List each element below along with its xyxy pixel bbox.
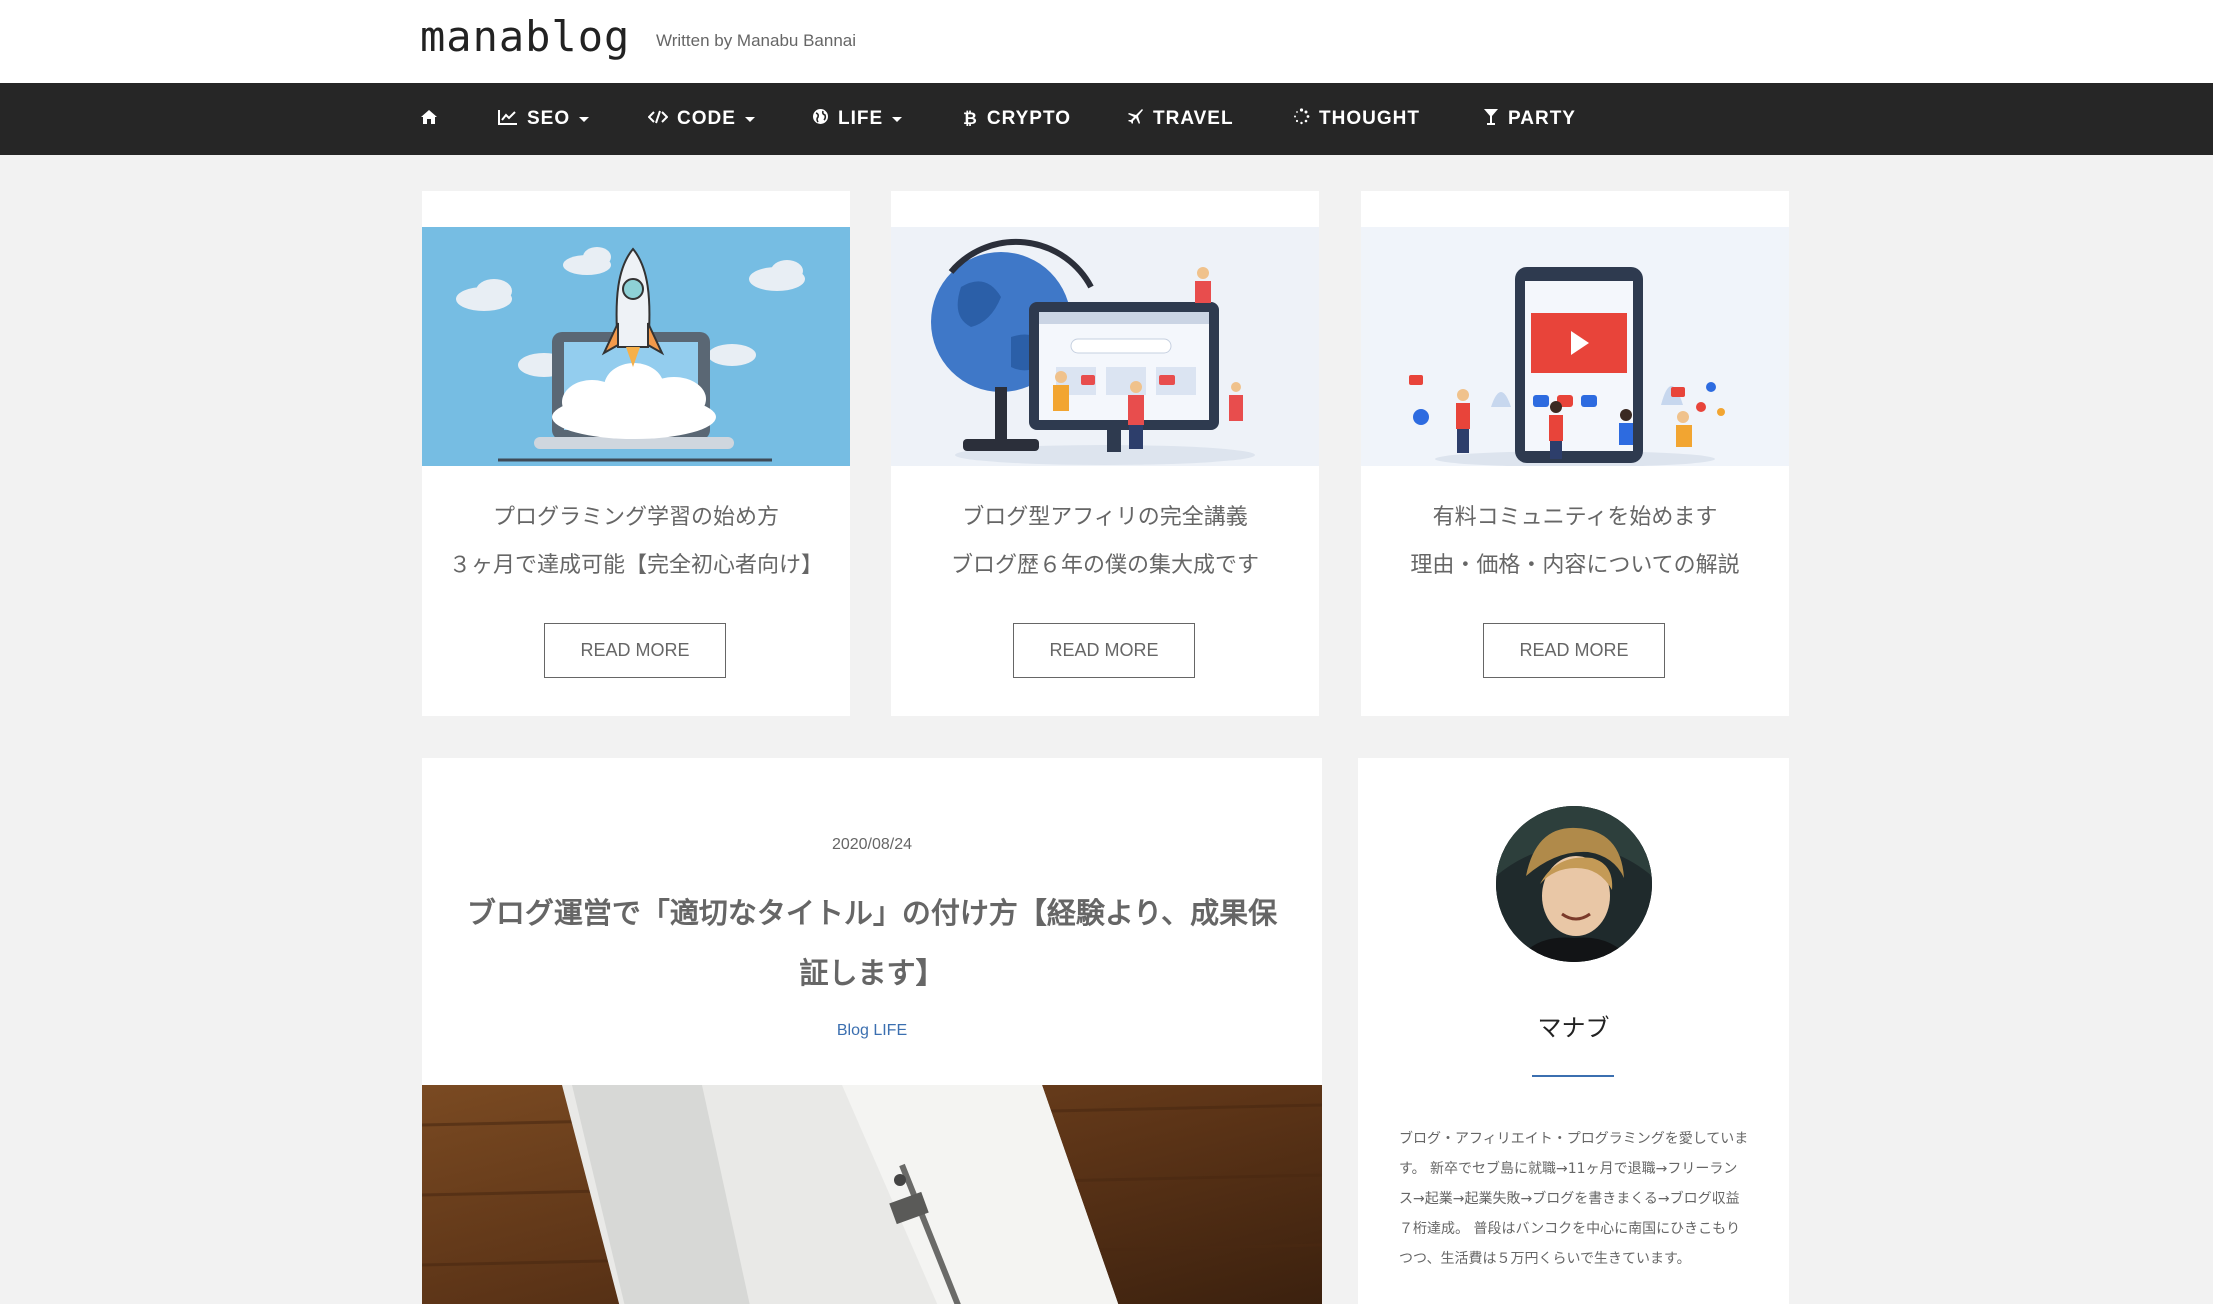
nav-party[interactable]: PARTY (1483, 83, 1576, 155)
nav-home[interactable] (420, 83, 447, 155)
nav-code-label: CODE (677, 108, 736, 129)
nav-crypto-label: CRYPTO (986, 108, 1071, 129)
site-logo[interactable]: manablog (420, 12, 630, 61)
bitcoin-icon: ₿ (963, 109, 978, 128)
read-more-button[interactable]: READ MORE (1483, 623, 1665, 678)
main-nav: SEO CODE LIFE ₿ CRYPTO TRAVEL THOUGHT PA… (0, 83, 2213, 155)
nav-life-label: LIFE (838, 108, 884, 129)
site-header: manablog Written by Manabu Bannai (0, 0, 2213, 83)
avatar[interactable] (1496, 806, 1652, 962)
nav-party-label: PARTY (1508, 108, 1576, 129)
chevron-down-icon (579, 116, 590, 122)
plane-icon (1127, 108, 1144, 130)
globe-monitor-illustration[interactable] (891, 227, 1319, 466)
profile-widget: マナブ ブログ・アフィリエイト・プログラミングを愛しています。 新卒でセブ島に就… (1358, 758, 1789, 1304)
site-tagline: Written by Manabu Bannai (656, 31, 857, 50)
home-icon (420, 109, 438, 130)
featured-card: ブログ型アフィリの完全講義 ブログ歴６年の僕の集大成です READ MORE (891, 191, 1319, 716)
article-category-link[interactable]: Blog LIFE (422, 1022, 1322, 1040)
card-title-line1[interactable]: ブログ型アフィリの完全講義 (891, 499, 1319, 531)
card-title-line2[interactable]: ３ヶ月で達成可能【完全初心者向け】 (422, 547, 850, 579)
card-title-line1[interactable]: プログラミング学習の始め方 (422, 499, 850, 531)
featured-card: プログラミング学習の始め方 ３ヶ月で達成可能【完全初心者向け】 READ MOR… (422, 191, 850, 716)
article-date: 2020/08/24 (831, 836, 913, 853)
chevron-down-icon (892, 116, 903, 122)
nav-life[interactable]: LIFE (812, 83, 903, 155)
rocket-laptop-illustration[interactable] (422, 227, 850, 466)
profile-name: マナブ (1537, 1014, 1610, 1042)
chevron-down-icon (744, 116, 755, 122)
profile-bio: ブログ・アフィリエイト・プログラミングを愛しています。 新卒でセブ島に就職→11… (1399, 1131, 1749, 1267)
nav-seo[interactable]: SEO (498, 83, 590, 155)
article-thumbnail[interactable] (422, 1085, 1322, 1304)
nav-thought[interactable]: THOUGHT (1293, 83, 1420, 155)
code-icon (647, 109, 669, 129)
article-title[interactable]: ブログ運営で「適切なタイトル」の付け方【経験より、成果保証します】 (462, 883, 1282, 1003)
read-more-button[interactable]: READ MORE (1013, 623, 1195, 678)
latest-article: 2020/08/24 ブログ運営で「適切なタイトル」の付け方【経験より、成果保証… (422, 758, 1322, 1304)
nav-thought-label: THOUGHT (1319, 108, 1420, 129)
nav-travel[interactable]: TRAVEL (1127, 83, 1234, 155)
featured-card: 有料コミュニティを始めます 理由・価格・内容についての解説 READ MORE (1361, 191, 1789, 716)
nav-travel-label: TRAVEL (1153, 108, 1234, 129)
nav-seo-label: SEO (527, 108, 571, 129)
spinner-icon (1293, 108, 1310, 130)
phone-video-illustration[interactable] (1361, 227, 1789, 466)
nav-code[interactable]: CODE (647, 83, 755, 155)
card-title-line2[interactable]: 理由・価格・内容についての解説 (1361, 547, 1789, 579)
globe-icon (812, 108, 829, 130)
card-title-line2[interactable]: ブログ歴６年の僕の集大成です (891, 547, 1319, 579)
read-more-button[interactable]: READ MORE (544, 623, 726, 678)
cocktail-icon (1483, 108, 1499, 131)
card-title-line1[interactable]: 有料コミュニティを始めます (1361, 499, 1789, 531)
chart-line-icon (498, 109, 518, 130)
divider (1532, 1075, 1614, 1077)
nav-crypto[interactable]: ₿ CRYPTO (963, 83, 1071, 155)
